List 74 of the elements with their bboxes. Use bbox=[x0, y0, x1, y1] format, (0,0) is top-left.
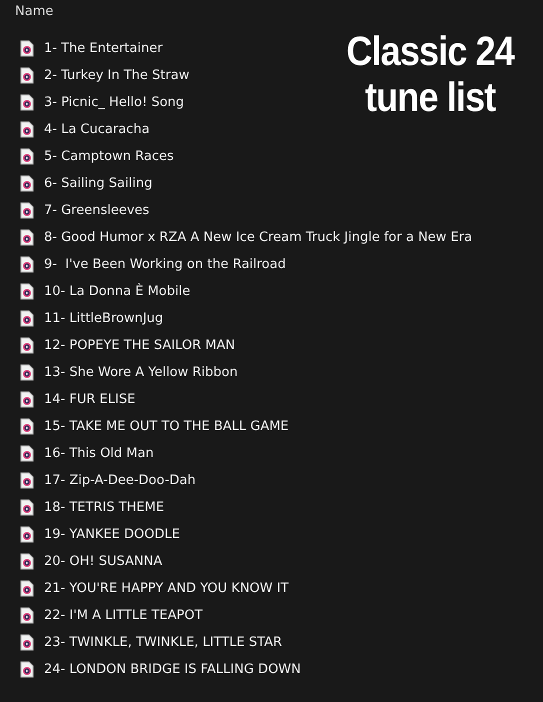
audio-file-icon bbox=[20, 472, 34, 489]
file-row[interactable]: 8- Good Humor x RZA A New Ice Cream Truck Jingle for a New Era bbox=[20, 224, 472, 251]
audio-file-icon bbox=[20, 580, 34, 597]
file-name: 17- Zip-A-Dee-Doo-Dah bbox=[44, 472, 196, 490]
file-row[interactable]: 18- TETRIS THEME bbox=[20, 494, 164, 521]
audio-file-icon bbox=[20, 229, 34, 246]
file-name: 15- TAKE ME OUT TO THE BALL GAME bbox=[44, 418, 289, 436]
audio-file-icon bbox=[20, 148, 34, 165]
file-row[interactable]: 4- La Cucaracha bbox=[20, 116, 150, 143]
audio-file-icon bbox=[20, 364, 34, 381]
file-row[interactable]: 22- I'M A LITTLE TEAPOT bbox=[20, 602, 203, 629]
file-name: 11- LittleBrownJug bbox=[44, 310, 164, 328]
file-name: 1- The Entertainer bbox=[44, 40, 163, 58]
audio-file-icon bbox=[20, 337, 34, 354]
file-name: 12- POPEYE THE SAILOR MAN bbox=[44, 336, 236, 355]
file-name: 13- She Wore A Yellow Ribbon bbox=[44, 364, 238, 382]
audio-file-icon bbox=[20, 283, 34, 300]
audio-file-icon bbox=[20, 121, 34, 138]
audio-file-icon bbox=[20, 202, 34, 219]
file-name: 20- OH! SUSANNA bbox=[44, 552, 162, 571]
file-row[interactable]: 5- Camptown Races bbox=[20, 143, 174, 170]
audio-file-icon bbox=[20, 661, 34, 678]
file-row[interactable]: 12- POPEYE THE SAILOR MAN bbox=[20, 332, 236, 359]
file-name: 19- YANKEE DOODLE bbox=[44, 526, 180, 544]
audio-file-icon bbox=[20, 391, 34, 408]
audio-file-icon bbox=[20, 526, 34, 543]
file-row[interactable]: 3- Picnic_ Hello! Song bbox=[20, 89, 184, 116]
audio-file-icon bbox=[20, 67, 34, 84]
file-row[interactable]: 11- LittleBrownJug bbox=[20, 305, 164, 332]
file-row[interactable]: 15- TAKE ME OUT TO THE BALL GAME bbox=[20, 413, 289, 440]
overlay-title: Classic 24 tune list bbox=[345, 28, 516, 120]
file-row[interactable]: 24- LONDON BRIDGE IS FALLING DOWN bbox=[20, 656, 301, 683]
file-name: 22- I'M A LITTLE TEAPOT bbox=[44, 606, 203, 625]
file-row[interactable]: 13- She Wore A Yellow Ribbon bbox=[20, 359, 238, 386]
file-row[interactable]: 10- La Donna È Mobile bbox=[20, 278, 190, 305]
file-row[interactable]: 17- Zip-A-Dee-Doo-Dah bbox=[20, 467, 196, 494]
file-name: 5- Camptown Races bbox=[44, 148, 174, 166]
file-name: 24- LONDON BRIDGE IS FALLING DOWN bbox=[44, 660, 301, 679]
file-row[interactable]: 19- YANKEE DOODLE bbox=[20, 521, 180, 548]
file-name: 3- Picnic_ Hello! Song bbox=[44, 94, 184, 112]
file-row[interactable]: 14- FUR ELISE bbox=[20, 386, 136, 413]
file-row[interactable]: 9- I've Been Working on the Railroad bbox=[20, 251, 286, 278]
audio-file-icon bbox=[20, 256, 34, 273]
audio-file-icon bbox=[20, 607, 34, 624]
file-name: 18- TETRIS THEME bbox=[44, 498, 164, 517]
audio-file-icon bbox=[20, 175, 34, 192]
file-row[interactable]: 7- Greensleeves bbox=[20, 197, 150, 224]
file-row[interactable]: 6- Sailing Sailing bbox=[20, 170, 152, 197]
file-row[interactable]: 23- TWINKLE, TWINKLE, LITTLE STAR bbox=[20, 629, 282, 656]
file-name: 16- This Old Man bbox=[44, 444, 154, 463]
file-name: 4- La Cucaracha bbox=[44, 120, 150, 139]
audio-file-icon bbox=[20, 634, 34, 651]
file-row[interactable]: 16- This Old Man bbox=[20, 440, 154, 467]
file-name: 8- Good Humor x RZA A New Ice Cream Truck Jingle for a New Era bbox=[44, 228, 472, 247]
file-name: 23- TWINKLE, TWINKLE, LITTLE STAR bbox=[44, 634, 282, 652]
audio-file-icon bbox=[20, 499, 34, 516]
file-name: 7- Greensleeves bbox=[44, 202, 150, 220]
file-row[interactable]: 20- OH! SUSANNA bbox=[20, 548, 162, 575]
file-name: 21- YOU'RE HAPPY AND YOU KNOW IT bbox=[44, 580, 289, 598]
file-name: 2- Turkey In The Straw bbox=[44, 66, 190, 85]
audio-file-icon bbox=[20, 310, 34, 327]
audio-file-icon bbox=[20, 40, 34, 57]
file-name: 9- I've Been Working on the Railroad bbox=[44, 256, 286, 274]
file-row[interactable]: 1- The Entertainer bbox=[20, 35, 163, 62]
file-name: 10- La Donna È Mobile bbox=[44, 282, 190, 301]
audio-file-icon bbox=[20, 418, 34, 435]
file-row[interactable]: 21- YOU'RE HAPPY AND YOU KNOW IT bbox=[20, 575, 289, 602]
column-header[interactable]: Name bbox=[15, 2, 54, 22]
file-row[interactable]: 2- Turkey In The Straw bbox=[20, 62, 190, 89]
audio-file-icon bbox=[20, 94, 34, 111]
audio-file-icon bbox=[20, 445, 34, 462]
file-name: 6- Sailing Sailing bbox=[44, 174, 152, 193]
file-name: 14- FUR ELISE bbox=[44, 390, 136, 409]
audio-file-icon bbox=[20, 553, 34, 570]
